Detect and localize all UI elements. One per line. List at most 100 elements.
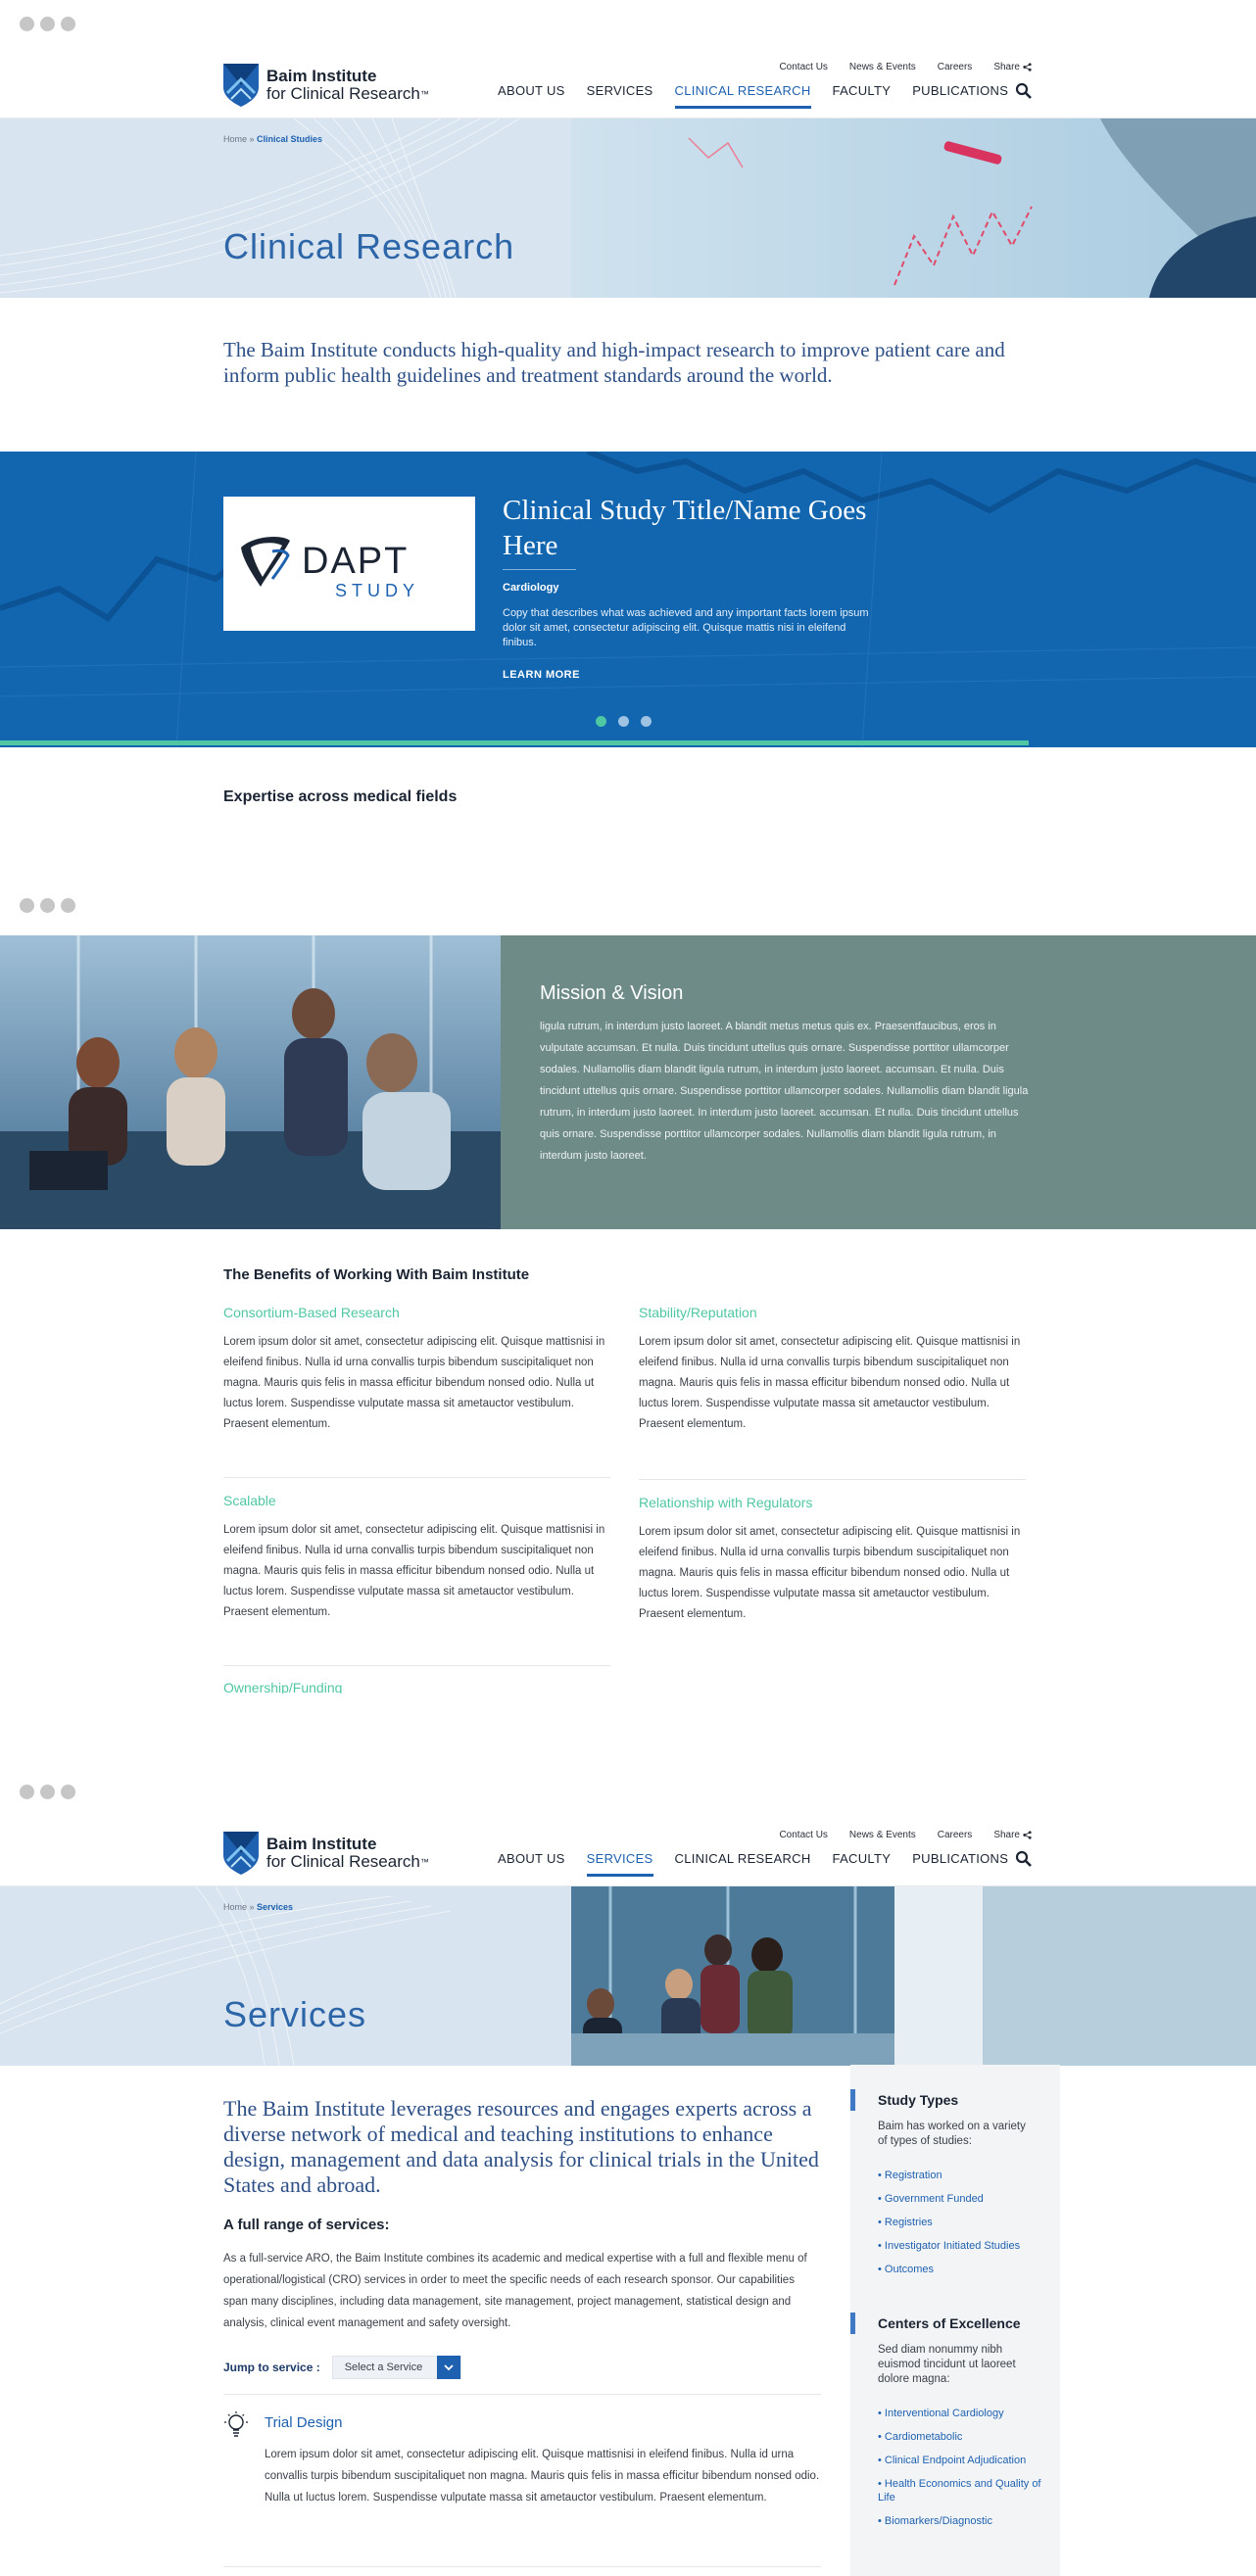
sidebar-link-interventional-cardiology[interactable]: • Interventional Cardiology [878,2407,1044,2420]
window-dot[interactable] [20,1785,34,1799]
shield-logo-icon [223,64,259,107]
benefit-card: Relationship with Regulators Lorem ipsum… [639,1495,1026,1625]
expertise-heading: Expertise across medical fields [223,788,458,805]
page-title: Clinical Research [223,226,515,266]
dapt-study-logo: DAPT STUDY [241,536,414,600]
centers-of-excellence-block: Centers of Excellence Sed diam nonummy n… [850,2313,1060,2538]
window-dot[interactable] [40,898,55,913]
breadcrumb-separator: » [247,134,258,144]
divider [223,1477,610,1478]
window-controls [20,1785,75,1799]
share-button[interactable]: Share [993,1830,1032,1840]
study-logo-card[interactable]: DAPT STUDY [223,497,475,631]
shield-logo-icon [223,1832,259,1875]
sidebar-link-health-economics[interactable]: • Health Economics and Quality of Life [878,2477,1044,2504]
breadcrumb-current: Services [257,1902,294,1912]
nav-faculty[interactable]: FACULTY [833,83,892,109]
window-dot[interactable] [20,17,34,31]
window-dot[interactable] [61,898,75,913]
share-icon [1023,63,1032,72]
study-category: Cardiology [503,582,559,594]
nav-services[interactable]: SERVICES [587,83,653,109]
window-dot[interactable] [61,1785,75,1799]
mission-text: ligula rutrum, in interdum justo laoreet… [540,1021,1029,1162]
nav-about-us[interactable]: ABOUT US [498,1851,565,1877]
carousel-dot-2[interactable] [618,716,629,727]
breadcrumb-separator: » [247,1902,258,1912]
chevron-down-icon[interactable] [436,2356,460,2379]
benefit-text: Lorem ipsum dolor sit amet, consectetur … [223,1524,605,1618]
service-title-trial-design[interactable]: Trial Design [265,2414,342,2431]
nav-faculty[interactable]: FACULTY [833,1851,892,1877]
services-subheading: A full range of services: [223,2217,390,2233]
nav-about-us[interactable]: ABOUT US [498,83,565,109]
search-icon[interactable] [1015,82,1033,100]
site-logo[interactable]: Baim Institute for Clinical Research™ [223,64,429,107]
utility-nav: Contact Us News & Events Careers Share [779,62,1032,72]
breadcrumb-home[interactable]: Home [223,1902,247,1912]
benefit-title: Scalable [223,1493,276,1508]
window-dot[interactable] [20,898,34,913]
benefit-card: Scalable Lorem ipsum dolor sit amet, con… [223,1493,610,1623]
site-header: Baim Institute for Clinical Research™ Co… [0,1822,1256,1886]
sidebar-link-government-funded[interactable]: • Government Funded [878,2192,1044,2206]
page-title: Services [223,1994,367,2034]
search-icon[interactable] [1015,1850,1033,1868]
nav-publications[interactable]: PUBLICATIONS [912,83,1008,109]
utility-contact-link[interactable]: Contact Us [779,1830,827,1840]
services-page: Baim Institute for Clinical Research™ Co… [0,1768,1256,2576]
sidebar-link-cardiometabolic[interactable]: • Cardiometabolic [878,2430,1044,2444]
coe-description: Sed diam nonummy nibh euismod tincidunt … [878,2344,1016,2385]
utility-contact-link[interactable]: Contact Us [779,62,827,72]
site-logo[interactable]: Baim Institute for Clinical Research™ [223,1832,429,1875]
nav-clinical-research[interactable]: CLINICAL RESEARCH [675,1851,811,1877]
team-meeting-photo [0,935,501,1229]
nav-services[interactable]: SERVICES [586,1851,653,1877]
window-dot[interactable] [61,17,75,31]
utility-news-link[interactable]: News & Events [849,1830,916,1840]
share-button[interactable]: Share [993,62,1032,72]
services-intro-text: The Baim Institute leverages resources a… [223,2096,819,2197]
breadcrumb-home[interactable]: Home [223,134,247,144]
benefit-title-partial: Ownership/Funding [223,1680,343,1693]
divider [223,1665,610,1666]
hero-line-pattern [0,119,520,298]
service-select[interactable]: Select a Service [331,2356,461,2379]
sidebar-link-registries[interactable]: • Registries [878,2216,1044,2229]
logo-line2: for Clinical Research™ [266,84,429,103]
logo-text: Baim Institute for Clinical Research™ [266,68,429,103]
logo-line1: Baim Institute [266,67,377,85]
sidebar-link-outcomes[interactable]: • Outcomes [878,2263,1044,2276]
sidebar-link-investigator-initiated[interactable]: • Investigator Initiated Studies [878,2239,1044,2253]
hero-whiteboard-photo [571,119,1256,298]
carousel-dot-1[interactable] [596,716,606,727]
window-dot[interactable] [40,17,55,31]
sidebar-link-biomarkers[interactable]: • Biomarkers/Diagnostic [878,2514,1044,2528]
sidebar-link-registration[interactable]: • Registration [878,2169,1044,2182]
services-body-text: As a full-service ARO, the Baim Institut… [223,2253,807,2329]
service-description: Lorem ipsum dolor sit amet, consectetur … [265,2449,820,2504]
hero-line-pattern [0,1886,452,2066]
divider [639,1479,1026,1480]
logo-text: Baim Institute for Clinical Research™ [266,1836,429,1871]
benefit-title: Consortium-Based Research [223,1305,400,1320]
window-dot[interactable] [40,1785,55,1799]
coe-list: • Interventional Cardiology • Cardiometa… [850,2407,1060,2528]
learn-more-link[interactable]: LEARN MORE [503,669,580,681]
carousel-dot-3[interactable] [641,716,652,727]
lightbulb-icon [224,2411,248,2437]
mission-section: Mission & Vision ligula rutrum, in inter… [0,935,1256,1229]
benefit-title: Relationship with Regulators [639,1495,813,1510]
logo-line1: Baim Institute [266,1835,377,1853]
study-types-heading: Study Types [850,2089,1060,2111]
nav-clinical-research[interactable]: CLINICAL RESEARCH [674,83,811,109]
coe-heading: Centers of Excellence [850,2313,1060,2334]
nav-publications[interactable]: PUBLICATIONS [912,1851,1008,1877]
logo-line2: for Clinical Research™ [266,1852,429,1871]
utility-news-link[interactable]: News & Events [849,62,916,72]
utility-careers-link[interactable]: Careers [938,62,973,72]
sidebar-link-endpoint-adjudication[interactable]: • Clinical Endpoint Adjudication [878,2454,1044,2467]
utility-careers-link[interactable]: Careers [938,1830,973,1840]
about-page-section: Mission & Vision ligula rutrum, in inter… [0,882,1256,1724]
study-description: Copy that describes what was achieved an… [503,607,869,648]
